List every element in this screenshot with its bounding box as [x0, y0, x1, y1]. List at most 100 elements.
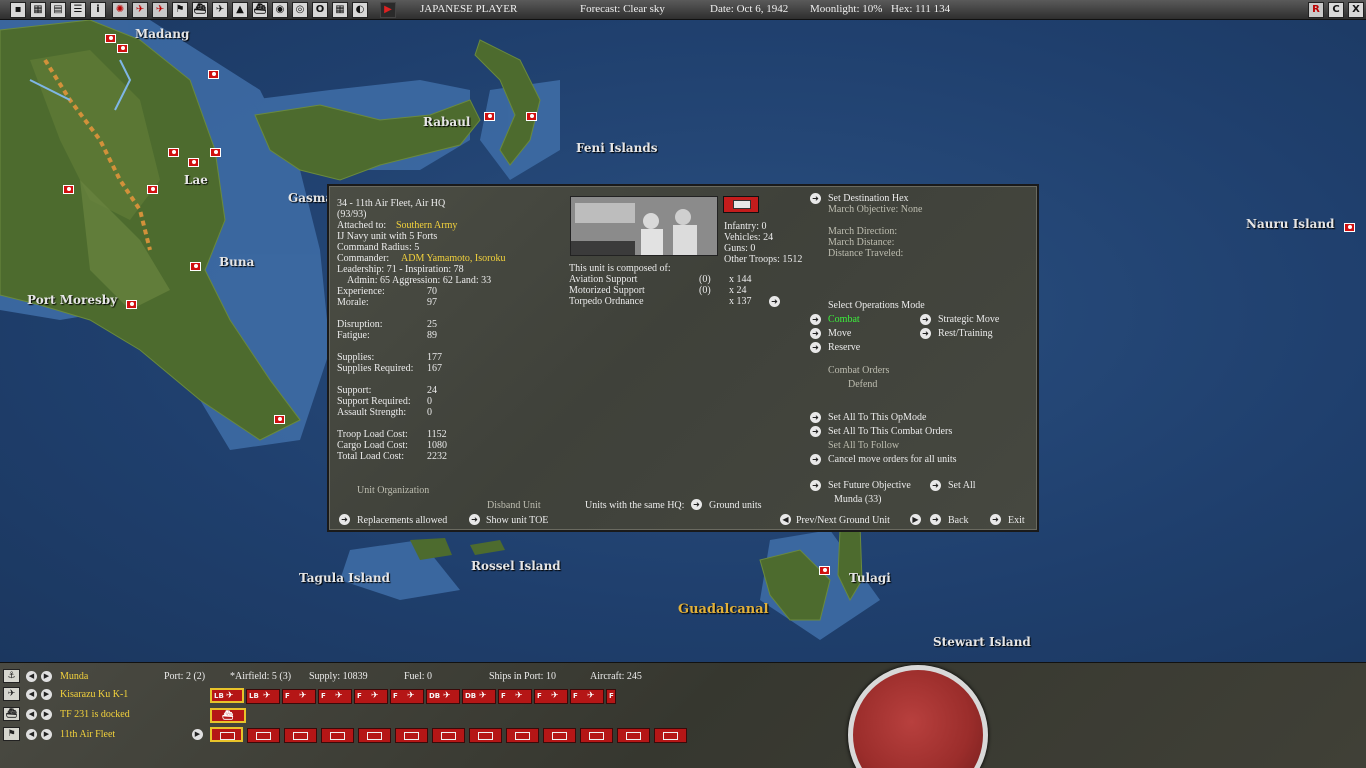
- japanese-unit-icon[interactable]: [274, 415, 285, 424]
- reports-icon[interactable]: ▤: [50, 2, 66, 18]
- task-force-chip[interactable]: ⛴: [210, 708, 246, 723]
- info-icon[interactable]: i: [90, 2, 106, 18]
- set-all-combat-button[interactable]: Set All To This Combat Orders: [828, 426, 952, 437]
- set-all-combat-arrow-icon[interactable]: ➜: [810, 426, 821, 437]
- show-toe-arrow-icon[interactable]: ➜: [469, 514, 480, 525]
- map-icon[interactable]: ◐: [352, 2, 368, 18]
- cancel-move-arrow-icon[interactable]: ➜: [810, 454, 821, 465]
- reserve-mode-arrow-icon[interactable]: ➜: [810, 342, 821, 353]
- back-button[interactable]: Back: [948, 515, 969, 526]
- air-group-chip[interactable]: F ✈: [570, 689, 604, 704]
- combat-orders-value[interactable]: Defend: [848, 379, 877, 390]
- japanese-unit-icon[interactable]: [208, 70, 219, 79]
- composition-more-arrow-icon[interactable]: ➜: [769, 296, 780, 307]
- base-name[interactable]: Munda: [60, 671, 88, 682]
- set-all-opmode-arrow-icon[interactable]: ➜: [810, 412, 821, 423]
- ground-units-arrow-icon[interactable]: ➜: [691, 499, 702, 510]
- disband-unit-button[interactable]: Disband Unit: [487, 500, 541, 511]
- rest-mode-arrow-icon[interactable]: ➜: [920, 328, 931, 339]
- japanese-unit-icon[interactable]: [819, 566, 830, 575]
- prev-task-force-icon[interactable]: ◀: [26, 709, 37, 720]
- japanese-unit-icon[interactable]: [126, 300, 137, 309]
- ground-units-button[interactable]: Ground units: [709, 500, 762, 511]
- air-group-chip[interactable]: LB ✈: [246, 689, 280, 704]
- air-unit-name[interactable]: Kisarazu Ku K-1: [60, 689, 128, 700]
- fleet-icon[interactable]: ⛴: [252, 2, 268, 18]
- ground-unit-chip[interactable]: [654, 728, 687, 743]
- airfield-icon[interactable]: ✈: [212, 2, 228, 18]
- close-icon[interactable]: X: [1348, 2, 1364, 18]
- air-group-chip[interactable]: F ✈: [390, 689, 424, 704]
- list-icon[interactable]: ☰: [70, 2, 86, 18]
- prev-unit-arrow-icon[interactable]: ◀: [780, 514, 791, 525]
- unit-organization-link[interactable]: Unit Organization: [357, 485, 429, 496]
- japanese-unit-icon[interactable]: [168, 148, 179, 157]
- ground-unit-chip[interactable]: [210, 727, 243, 742]
- set-all-opmode-button[interactable]: Set All To This OpMode: [828, 412, 926, 423]
- destination-arrow-icon[interactable]: ➜: [810, 193, 821, 204]
- japanese-unit-icon[interactable]: [190, 262, 201, 271]
- air-group-chip[interactable]: F ✈: [534, 689, 568, 704]
- air-unit-plane-icon[interactable]: ✈: [3, 687, 20, 701]
- mode-rest-training[interactable]: Rest/Training: [938, 328, 993, 339]
- ground-unit-chip[interactable]: [395, 728, 428, 743]
- japanese-unit-icon[interactable]: [117, 44, 128, 53]
- japan-flag-icon[interactable]: ✺: [112, 2, 128, 18]
- ground-unit-chip[interactable]: [432, 728, 465, 743]
- prev-air-unit-icon[interactable]: ◀: [26, 689, 37, 700]
- attached-value[interactable]: Southern Army: [396, 220, 457, 231]
- japanese-unit-icon[interactable]: [188, 158, 199, 167]
- air-group-chip[interactable]: LB ✈: [210, 688, 244, 703]
- ground-unit-chip[interactable]: [321, 728, 354, 743]
- air-group-chip[interactable]: DB ✈: [426, 689, 460, 704]
- r-button[interactable]: R: [1308, 2, 1324, 18]
- ship-icon[interactable]: ⛴: [192, 2, 208, 18]
- menu-icon[interactable]: ▪: [10, 2, 26, 18]
- japanese-unit-icon[interactable]: [526, 112, 537, 121]
- japanese-unit-icon[interactable]: [484, 112, 495, 121]
- fighter-icon[interactable]: ✈: [152, 2, 168, 18]
- cancel-move-button[interactable]: Cancel move orders for all units: [828, 454, 957, 465]
- grid-icon[interactable]: ▦: [30, 2, 46, 18]
- show-toe-button[interactable]: Show unit TOE: [486, 515, 548, 526]
- japanese-unit-icon[interactable]: [147, 185, 158, 194]
- unit-scroll-arrow-icon[interactable]: ▶: [192, 729, 203, 740]
- ground-unit-chip[interactable]: [247, 728, 280, 743]
- task-force-ship-icon[interactable]: ⛴: [3, 707, 20, 721]
- next-air-unit-icon[interactable]: ▶: [41, 689, 52, 700]
- task-force-status[interactable]: TF 231 is docked: [60, 709, 130, 720]
- globe-icon[interactable]: ◉: [272, 2, 288, 18]
- japanese-unit-icon[interactable]: [210, 148, 221, 157]
- ground-unit-chip[interactable]: [506, 728, 539, 743]
- set-future-objective-button[interactable]: Set Future Objective: [828, 480, 911, 491]
- mode-strategic-move[interactable]: Strategic Move: [938, 314, 999, 325]
- next-unit-arrow-icon[interactable]: ▶: [910, 514, 921, 525]
- set-all-button[interactable]: Set All: [948, 480, 976, 491]
- replacements-toggle[interactable]: Replacements allowed: [357, 515, 447, 526]
- air-group-chip[interactable]: F ✈: [318, 689, 352, 704]
- target-icon[interactable]: ◎: [292, 2, 308, 18]
- back-arrow-icon[interactable]: ➜: [930, 514, 941, 525]
- set-all-arrow-icon[interactable]: ➜: [930, 480, 941, 491]
- prev-ground-unit-icon[interactable]: ◀: [26, 729, 37, 740]
- ground-unit-chip[interactable]: [358, 728, 391, 743]
- air-group-chip[interactable]: F ✈: [498, 689, 532, 704]
- move-mode-arrow-icon[interactable]: ➜: [810, 328, 821, 339]
- aircraft-icon[interactable]: ✈: [132, 2, 148, 18]
- base-anchor-icon[interactable]: ⚓: [3, 669, 20, 683]
- exit-button[interactable]: Exit: [1008, 515, 1025, 526]
- air-group-chip[interactable]: F ✈: [354, 689, 388, 704]
- terrain-icon[interactable]: ▲: [232, 2, 248, 18]
- air-group-chip[interactable]: DB ✈: [462, 689, 496, 704]
- end-turn-play-icon[interactable]: ▶: [380, 2, 396, 18]
- japanese-unit-icon[interactable]: [63, 185, 74, 194]
- c-button[interactable]: C: [1328, 2, 1344, 18]
- ground-unit-chip[interactable]: [284, 728, 317, 743]
- air-group-chip[interactable]: F: [606, 689, 616, 704]
- next-base-icon[interactable]: ▶: [41, 671, 52, 682]
- set-destination-button[interactable]: Set Destination Hex: [828, 193, 909, 204]
- hq-flag-icon[interactable]: ⚑: [3, 727, 20, 741]
- next-task-force-icon[interactable]: ▶: [41, 709, 52, 720]
- strategic-mode-arrow-icon[interactable]: ➜: [920, 314, 931, 325]
- air-group-chip[interactable]: F ✈: [282, 689, 316, 704]
